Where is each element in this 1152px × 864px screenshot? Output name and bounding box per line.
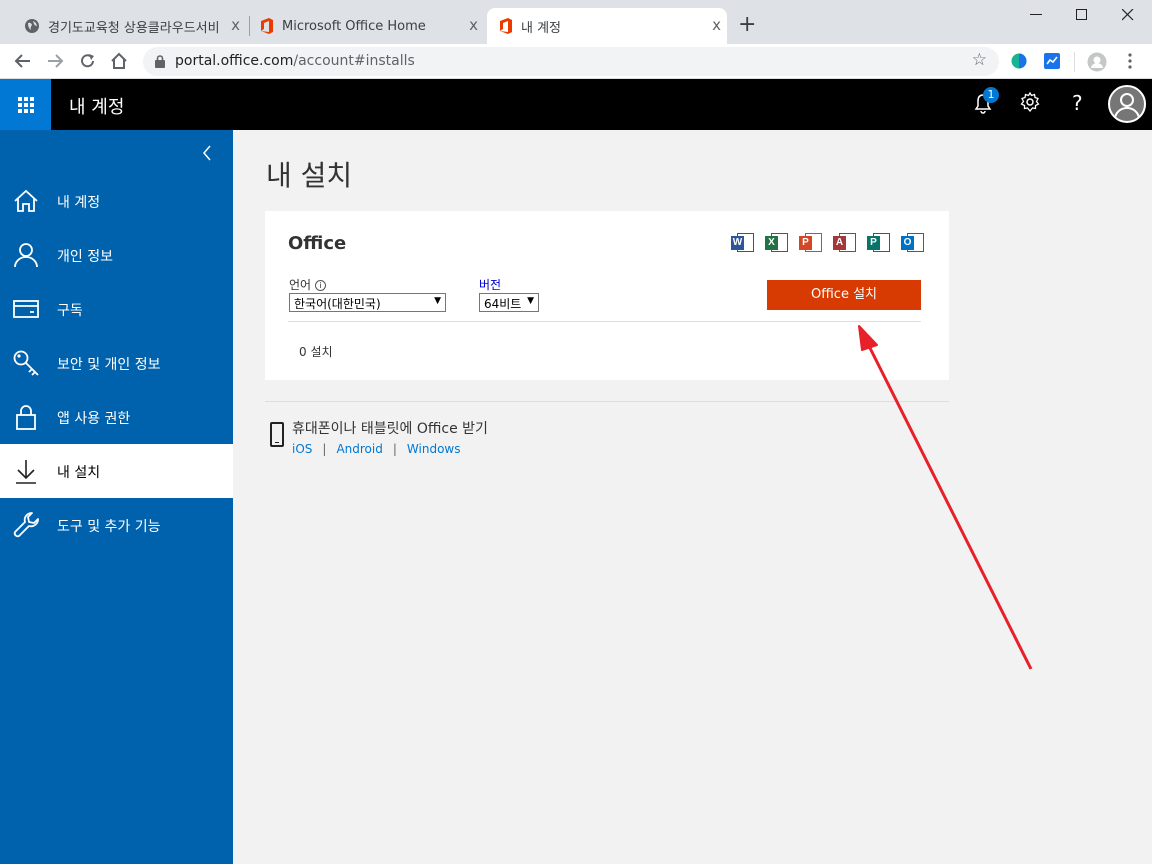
sidebar-item-label: 내 계정 [57,195,101,211]
person-icon [1114,93,1140,120]
address-bar[interactable]: portal.office.com/account#installs ☆ [143,47,999,76]
app-launcher-icon[interactable] [0,79,51,130]
close-window-icon[interactable] [1122,9,1134,21]
tab-title: 내 계정 [521,20,562,36]
dropdown-arrow-icon: ▼ [434,296,441,306]
access-icon: A [833,232,857,254]
dropdown-arrow-icon: ▼ [527,296,534,306]
link-separator: | [322,442,327,456]
back-icon[interactable] [14,53,32,69]
sidebar-item-app-permissions[interactable]: 앱 사용 권한 [0,390,233,444]
sidebar-item-label: 구독 [57,303,83,319]
link-separator: | [392,442,397,456]
sidebar-item-personal-info[interactable]: 개인 정보 [0,228,233,282]
language-select[interactable]: 한국어(대한민국) ▼ [289,293,446,312]
version-label: 버전 [479,278,502,292]
office-install-card: Office W X P A P O 언어 i 한국어(대한민국) ▼ 버전 6… [265,211,949,380]
sidebar-item-label: 개인 정보 [57,249,113,265]
ios-link[interactable]: iOS [292,442,312,456]
sidebar-item-tools-addins[interactable]: 도구 및 추가 기능 [0,498,233,552]
home-icon [14,189,38,212]
outlook-icon: O [901,232,925,254]
sidebar-item-my-account[interactable]: 내 계정 [0,174,233,228]
lock-icon [155,55,165,68]
browser-tab-1[interactable]: 경기도교육청 상용클라우드서비 x [14,8,246,44]
person-icon [14,243,38,268]
home-icon[interactable] [110,52,128,70]
new-tab-button[interactable]: + [738,14,756,36]
version-select[interactable]: 64비트 ▼ [479,293,539,312]
mobile-phone-icon [270,422,284,447]
app-title[interactable]: 내 계정 [69,93,124,119]
mobile-section-title: 휴대폰이나 태블릿에 Office 받기 [292,421,488,437]
browser-tab-bar: 경기도교육청 상용클라우드서비 x Microsoft Office Home … [0,0,1152,44]
page-title: 내 설치 [266,159,353,192]
office-icon [500,18,512,34]
key-icon [13,350,39,376]
profile-icon[interactable] [1087,52,1107,72]
settings-gear-icon[interactable] [1020,92,1040,112]
help-icon[interactable]: ? [1072,91,1083,115]
close-tab-icon[interactable]: x [231,16,240,34]
browser-tab-2[interactable]: Microsoft Office Home x [252,8,484,44]
browser-tab-3-active[interactable]: 내 계정 x [487,8,727,44]
powerpoint-icon: P [799,232,823,254]
office-app-icons: W X P A P O [731,232,925,254]
chart-extension-icon[interactable] [1044,53,1060,69]
extension-icon[interactable] [1011,53,1027,69]
version-select-value: 64비트 [484,297,522,311]
sidebar-item-label: 내 설치 [57,465,101,481]
language-select-value: 한국어(대한민국) [294,297,381,311]
url-host: portal.office.com [175,53,294,69]
user-avatar[interactable] [1108,85,1146,123]
url-text: portal.office.com/account#installs [175,53,415,69]
product-name: Office [288,233,347,254]
windows-link[interactable]: Windows [407,442,461,456]
office-header: 내 계정 1 ? [0,79,1152,130]
publisher-icon: P [867,232,891,254]
browser-toolbar: portal.office.com/account#installs ☆ [0,44,1152,79]
tab-separator [249,16,250,36]
sidebar-item-label: 도구 및 추가 기능 [57,519,161,535]
close-tab-icon[interactable]: x [712,16,721,34]
url-path: /account#installs [293,53,415,69]
mobile-links: iOS | Android | Windows [292,442,460,456]
menu-kebab-icon[interactable] [1128,53,1132,69]
wrench-icon [13,512,39,538]
sidebar-nav: 내 계정 개인 정보 구독 보안 및 개인 정보 앱 사용 권한 내 설치 도구… [0,130,233,864]
card-divider [288,321,921,322]
sidebar-item-my-installs[interactable]: 내 설치 [0,444,233,498]
card-icon [13,300,39,318]
tab-title: 경기도교육청 상용클라우드서비 [48,20,220,36]
lock-icon [16,405,36,430]
sidebar-item-label: 보안 및 개인 정보 [57,357,161,373]
sidebar-item-subscriptions[interactable]: 구독 [0,282,233,336]
collapse-chevron-icon[interactable] [201,144,213,162]
notification-badge: 1 [983,87,999,103]
minimize-icon[interactable] [1030,14,1044,16]
info-icon[interactable]: i [314,280,326,291]
office-icon [261,18,273,34]
close-tab-icon[interactable]: x [469,16,478,34]
bookmark-star-icon[interactable]: ☆ [972,50,987,70]
download-icon [16,460,36,484]
excel-icon: X [765,232,789,254]
install-count: 0 설치 [299,345,333,359]
globe-icon [25,19,39,33]
maximize-icon[interactable] [1076,9,1088,21]
tab-title: Microsoft Office Home [282,18,426,34]
forward-icon[interactable] [46,53,64,69]
sidebar-item-security-privacy[interactable]: 보안 및 개인 정보 [0,336,233,390]
toolbar-divider [1074,52,1075,72]
android-link[interactable]: Android [336,442,382,456]
language-label: 언어 i [289,276,326,293]
sidebar-item-label: 앱 사용 권한 [57,411,131,427]
word-icon: W [731,232,755,254]
section-divider [265,401,949,402]
office-install-button[interactable]: Office 설치 [767,280,921,310]
reload-icon[interactable] [79,52,97,70]
